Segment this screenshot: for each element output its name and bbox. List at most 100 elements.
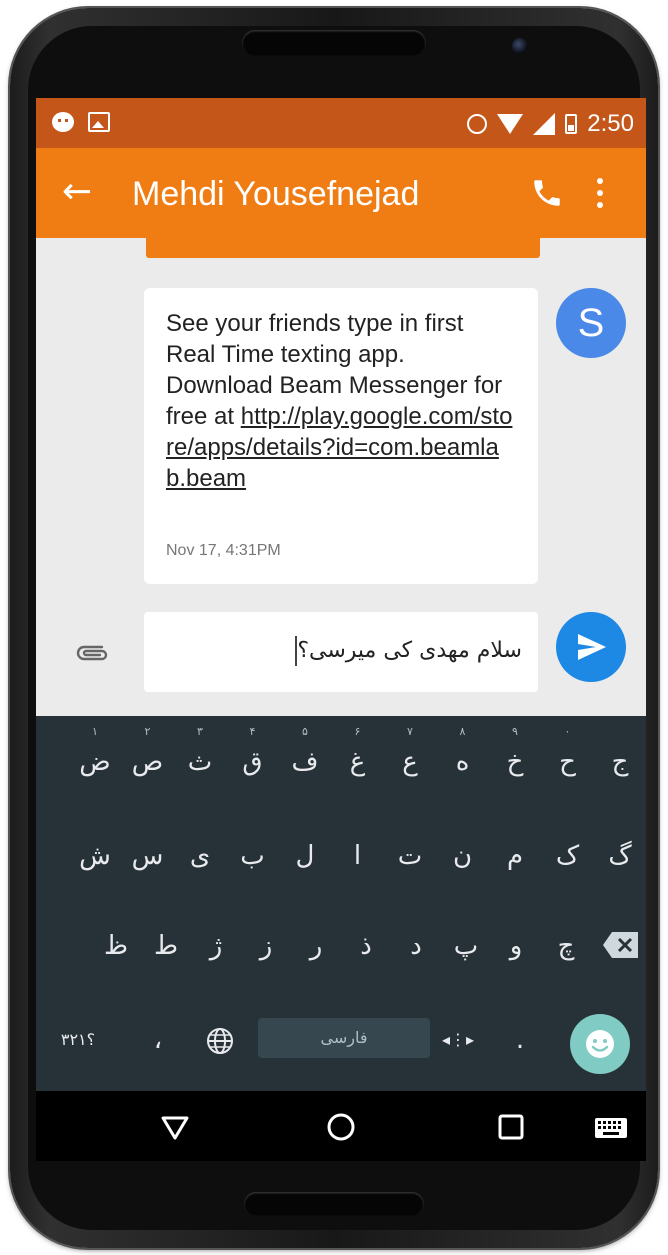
compose-value: سلام مهدی کی میرسی؟ [297, 638, 522, 663]
key-label: م [506, 841, 524, 871]
top-speaker [242, 30, 426, 56]
keyboard-key[interactable]: ز [244, 900, 288, 992]
keyboard-key[interactable]: ه۸ [441, 716, 485, 808]
keyboard-row-1: جح۰خ۹ه۸ع۷غ۶ف۵ق۴ث۳ص۲ض۱ [36, 716, 646, 808]
keyboard-key[interactable]: ب [231, 810, 275, 902]
key-label: ک [555, 841, 580, 871]
attach-paperclip-icon[interactable] [72, 638, 112, 668]
key-label: ح [559, 747, 576, 777]
front-camera [512, 38, 528, 54]
key-label: پ [453, 931, 479, 961]
wifi-icon [497, 114, 524, 134]
keyboard-key[interactable]: ق۴ [231, 716, 275, 808]
keyboard-key[interactable]: ک [546, 810, 590, 902]
key-label: ت [397, 841, 423, 871]
key-label: ذ [360, 931, 372, 961]
message-compose-input[interactable]: سلام مهدی کی میرسی؟ [144, 612, 538, 692]
symbols-key[interactable]: ؟۳۲۱ [56, 994, 100, 1086]
spacebar-key[interactable]: فارسی [258, 1018, 430, 1058]
image-notification-icon [88, 112, 110, 132]
key-label: ع [402, 747, 418, 777]
keyboard-row-4: ؟۳۲۱ ، فارسی ◂⋮▸ . [36, 994, 646, 1086]
keyboard-key[interactable]: ذ [344, 900, 388, 992]
keyboard-key[interactable]: ش [73, 810, 117, 902]
key-label: ظ [103, 931, 129, 961]
battery-icon [565, 114, 578, 134]
emoji-button[interactable] [570, 1014, 630, 1074]
globe-icon [207, 1027, 233, 1054]
key-label: ز [259, 931, 273, 961]
key-label: غ [349, 747, 366, 777]
sender-avatar[interactable]: S [556, 288, 626, 358]
keyboard-key[interactable]: گ [598, 810, 642, 902]
keyboard-key[interactable]: ص۲ [126, 716, 170, 808]
keyboard-switch-icon[interactable] [594, 1117, 628, 1139]
keyboard-key[interactable]: ف۵ [283, 716, 327, 808]
key-hint: ۵ [302, 725, 308, 738]
keyboard-key[interactable]: ی [178, 810, 222, 902]
message-timestamp: Nov 17, 4:31PM [166, 542, 281, 559]
phone-call-icon[interactable] [530, 176, 564, 210]
more-vert-icon[interactable] [596, 178, 604, 208]
recents-square-icon[interactable] [498, 1114, 524, 1140]
persian-keyboard: جح۰خ۹ه۸ع۷غ۶ف۵ق۴ث۳ص۲ض۱ گکمنتالبیسش چوپدذر… [36, 716, 646, 1091]
keyboard-key[interactable]: ث۳ [178, 716, 222, 808]
key-label: ل [295, 841, 315, 871]
hangouts-notification-icon [52, 112, 74, 132]
previous-message-bubble [146, 238, 540, 258]
keyboard-key[interactable]: چ [544, 900, 588, 992]
keyboard-key[interactable]: س [126, 810, 170, 902]
key-label: ث [187, 747, 213, 777]
key-label: ص [131, 747, 164, 777]
keyboard-row-3: چ وپ د ذ ر ز ژطظ [36, 900, 646, 992]
send-button[interactable] [556, 612, 626, 682]
home-circle-icon[interactable] [326, 1112, 356, 1142]
comma-key[interactable]: ، [136, 994, 180, 1086]
key-label: چ [557, 931, 575, 961]
contact-name: Mehdi Yousefnejad [132, 175, 420, 213]
key-hint: ۰ [564, 725, 571, 738]
keyboard-key[interactable]: غ۶ [336, 716, 380, 808]
backspace-key[interactable] [602, 930, 640, 960]
key-hint: ۱ [92, 725, 98, 738]
keyboard-key[interactable]: خ۹ [493, 716, 537, 808]
keyboard-key[interactable]: ت [388, 810, 432, 902]
keyboard-key[interactable]: ر [294, 900, 338, 992]
period-key[interactable]: . [498, 994, 542, 1086]
key-hint: ۷ [407, 725, 413, 738]
keyboard-key[interactable]: ژ [194, 900, 238, 992]
keyboard-key[interactable]: ح۰ [546, 716, 590, 808]
key-label: ق [242, 747, 263, 777]
keyboard-row-2: گک م نت ا لبیسش [36, 810, 646, 902]
key-label: ر [309, 931, 323, 961]
keyboard-key[interactable]: ظ [94, 900, 138, 992]
key-label: گ [608, 841, 632, 871]
key-hint: ۳ [197, 725, 203, 738]
key-label: ب [240, 841, 265, 871]
language-switch-key[interactable] [198, 994, 242, 1086]
keyboard-key[interactable]: م [493, 810, 537, 902]
key-hint: ۸ [459, 725, 466, 738]
cursor-move-icon[interactable]: ◂⋮▸ [436, 994, 480, 1086]
back-triangle-icon[interactable] [160, 1115, 190, 1141]
key-label: ج [611, 747, 629, 777]
key-label: ی [189, 841, 211, 871]
key-label: ن [452, 841, 473, 871]
back-arrow-icon[interactable]: ← [62, 170, 92, 214]
keyboard-key[interactable]: ن [441, 810, 485, 902]
keyboard-key[interactable]: ض۱ [73, 716, 117, 808]
key-label: ا [353, 841, 362, 871]
key-hint: ۶ [354, 725, 361, 738]
keyboard-key[interactable]: ط [144, 900, 188, 992]
keyboard-key[interactable]: د [394, 900, 438, 992]
keyboard-key[interactable]: ج [598, 716, 642, 808]
keyboard-key[interactable]: ل [283, 810, 327, 902]
key-label: س [131, 841, 164, 871]
message-bubble[interactable]: See your friends type in first Real Time… [144, 288, 538, 584]
keyboard-key[interactable]: پ [444, 900, 488, 992]
keyboard-key[interactable]: ا [336, 810, 380, 902]
key-label: ه [455, 747, 470, 777]
keyboard-key[interactable]: ع۷ [388, 716, 432, 808]
keyboard-key[interactable]: و [494, 900, 538, 992]
screen: 2:50 ← Mehdi Yousefnejad See your friend… [36, 98, 646, 1161]
